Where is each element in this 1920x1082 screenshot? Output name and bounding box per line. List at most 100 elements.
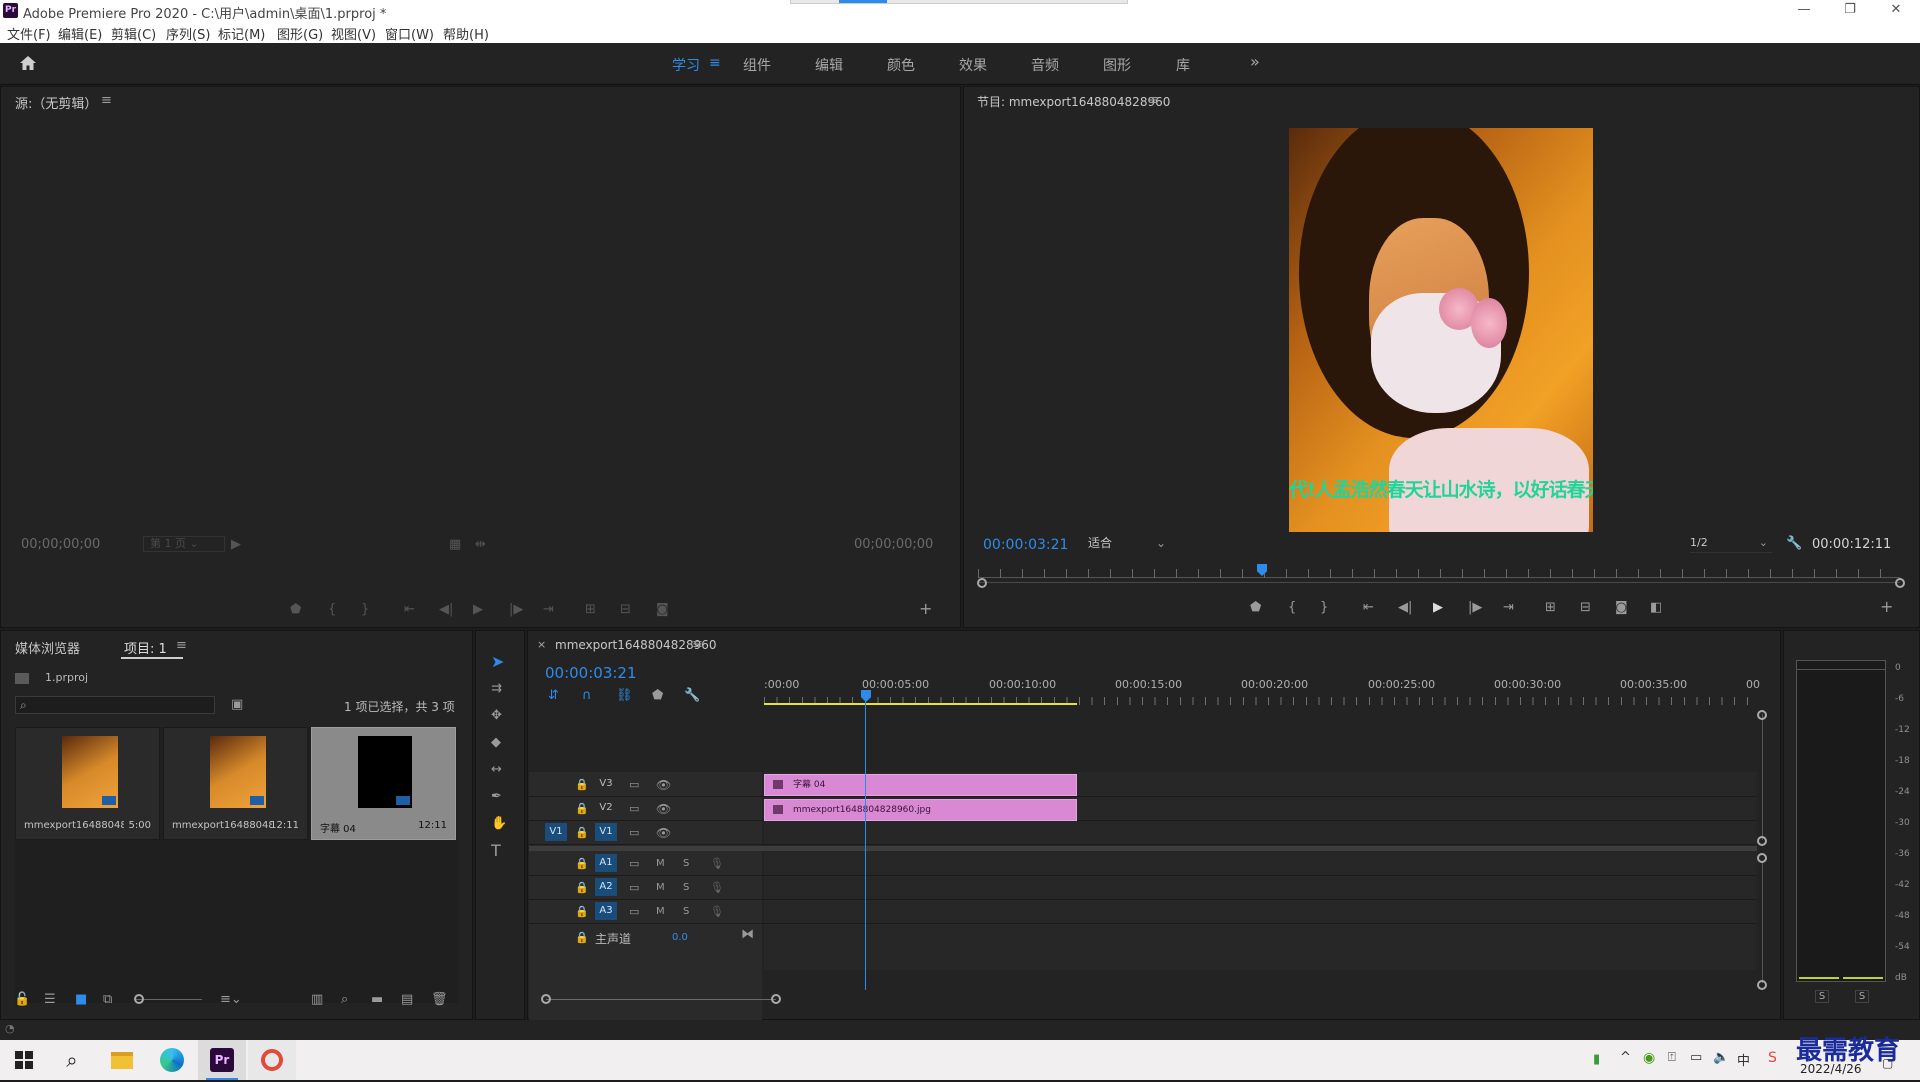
menu-help[interactable]: 帮助(H): [443, 24, 489, 43]
audio-scroll-handle-bottom[interactable]: [1757, 980, 1767, 990]
sort-icon[interactable]: ≡⌄: [220, 992, 242, 1008]
meter-solo-right-button[interactable]: S: [1855, 990, 1869, 1003]
menu-clip[interactable]: 剪辑(C): [111, 24, 156, 43]
video-vertical-scrollbar[interactable]: [1762, 714, 1763, 840]
workspace-audio[interactable]: 音频: [1031, 55, 1059, 75]
a1-sync-icon[interactable]: ▭: [629, 856, 639, 872]
tab-media-browser[interactable]: 媒体浏览器: [15, 638, 80, 657]
program-panel-menu-icon[interactable]: ≡: [1148, 93, 1159, 108]
source-insert-icon[interactable]: ⊞: [585, 602, 596, 618]
slip-tool-icon[interactable]: ↔: [491, 762, 502, 778]
workspace-assembly[interactable]: 组件: [743, 55, 771, 75]
clip-caption-v3[interactable]: 字幕 04: [764, 774, 1077, 796]
icon-view-icon[interactable]: ■: [75, 992, 87, 1008]
tray-chevron-up-icon[interactable]: ^: [1620, 1050, 1631, 1065]
menu-edit[interactable]: 编辑(E): [58, 24, 102, 43]
video-scroll-handle-top[interactable]: [1757, 710, 1767, 720]
video-audio-divider[interactable]: [529, 846, 1757, 851]
a3-solo-button[interactable]: S: [683, 904, 689, 920]
menu-window[interactable]: 窗口(W): [385, 24, 434, 43]
master-lock-icon[interactable]: 🔒: [575, 930, 589, 946]
timeline-timecode[interactable]: 00:00:03:21: [545, 664, 637, 682]
program-extract-icon[interactable]: ⊟: [1580, 600, 1591, 616]
timeline-menu-icon[interactable]: ≡: [692, 637, 703, 652]
track-label-a1[interactable]: A1: [595, 854, 617, 872]
menu-graphics[interactable]: 图形(G): [277, 24, 323, 43]
program-quality-select[interactable]: 1/2 ⌄: [1690, 535, 1772, 553]
edge-browser-icon[interactable]: [148, 1040, 196, 1080]
minimize-button[interactable]: —: [1784, 2, 1824, 17]
source-step-forward-icon[interactable]: |▶: [509, 602, 523, 618]
source-add-button-icon[interactable]: +: [919, 601, 932, 617]
program-current-timecode[interactable]: 00:00:03:21: [983, 537, 1068, 553]
program-step-forward-icon[interactable]: |▶: [1468, 600, 1482, 616]
a3-mic-icon[interactable]: 🎙: [710, 904, 724, 920]
track-select-tool-icon[interactable]: ⇉: [491, 681, 502, 697]
program-go-in-icon[interactable]: ⇤: [1363, 600, 1374, 616]
tray-battery-icon[interactable]: ▮: [1593, 1052, 1600, 1067]
add-marker-icon[interactable]: ⬟: [652, 688, 663, 704]
tray-volume-icon[interactable]: 🔈: [1713, 1050, 1729, 1065]
hand-tool-icon[interactable]: ✋: [491, 816, 507, 832]
windows-start-icon[interactable]: [0, 1040, 48, 1080]
program-compare-icon[interactable]: ◧: [1650, 600, 1662, 616]
clip-image-v2[interactable]: mmexport1648804828960.jpg: [764, 799, 1077, 821]
program-lift-icon[interactable]: ⊞: [1545, 600, 1556, 616]
program-add-button-icon[interactable]: +: [1880, 599, 1893, 615]
recorder-app-icon[interactable]: [248, 1040, 296, 1080]
program-go-out-icon[interactable]: ⇥: [1503, 600, 1514, 616]
work-area-bar[interactable]: [764, 703, 1077, 705]
menu-file[interactable]: 文件(F): [7, 24, 51, 43]
menu-view[interactable]: 视图(V): [331, 24, 376, 43]
premiere-taskbar-icon[interactable]: Pr: [198, 1040, 246, 1080]
thumb-size-slider[interactable]: [136, 999, 202, 1000]
timeline-zoom-bar[interactable]: [546, 999, 776, 1000]
v3-lock-icon[interactable]: 🔒: [575, 777, 589, 793]
workspace-menu-icon[interactable]: ≡: [709, 55, 721, 71]
workspace-graphics[interactable]: 图形: [1103, 55, 1131, 75]
tray-ime-icon[interactable]: 中: [1737, 1050, 1750, 1069]
project-panel-menu-icon[interactable]: ≡: [176, 638, 187, 653]
razor-tool-icon[interactable]: ◆: [491, 735, 501, 751]
workspace-color[interactable]: 颜色: [887, 55, 915, 75]
source-mark-in-icon[interactable]: {: [328, 602, 336, 618]
program-fit-select[interactable]: 适合 ⌄: [1088, 535, 1170, 553]
track-label-v3[interactable]: V3: [595, 775, 617, 793]
new-item-icon[interactable]: ▤: [401, 992, 413, 1008]
source-go-in-icon[interactable]: ⇤: [404, 602, 415, 618]
freeform-view-icon[interactable]: ⧉: [103, 992, 112, 1008]
a2-sync-icon[interactable]: ▭: [629, 880, 639, 896]
timeline-close-icon[interactable]: ×: [537, 638, 546, 651]
track-label-a3[interactable]: A3: [595, 902, 617, 920]
program-zoom-handle-left[interactable]: [977, 578, 987, 588]
source-export-frame-icon[interactable]: ◙: [656, 602, 669, 618]
tab-project[interactable]: 项目: 1: [124, 638, 167, 657]
tray-network-icon[interactable]: ▭: [1690, 1050, 1702, 1065]
a1-lock-icon[interactable]: 🔒: [575, 856, 589, 872]
a2-lock-icon[interactable]: 🔒: [575, 880, 589, 896]
ripple-edit-tool-icon[interactable]: ✥: [491, 708, 502, 724]
source-panel-menu-icon[interactable]: ≡: [101, 93, 112, 108]
source-overwrite-icon[interactable]: ⊟: [620, 602, 631, 618]
track-label-v1[interactable]: V1: [595, 823, 617, 841]
a3-mute-button[interactable]: M: [656, 904, 665, 920]
a2-mute-button[interactable]: M: [656, 880, 665, 896]
selection-tool-icon[interactable]: ➤: [491, 654, 504, 670]
program-zoom-handle-right[interactable]: [1895, 578, 1905, 588]
workspace-editing[interactable]: 编辑: [815, 55, 843, 75]
maximize-button[interactable]: ❐: [1830, 2, 1870, 17]
a1-mic-icon[interactable]: 🎙: [710, 856, 724, 872]
track-label-a2[interactable]: A2: [595, 878, 617, 896]
program-camera-icon[interactable]: ◙: [1615, 600, 1628, 616]
source-step-back-icon[interactable]: ◀|: [439, 602, 453, 618]
project-item-clip-1[interactable]: mmexport1648804828... 5:00: [15, 727, 160, 840]
source-play-icon[interactable]: ▶: [473, 602, 483, 618]
automate-sequence-icon[interactable]: ▥: [311, 992, 323, 1008]
v1-lock-icon[interactable]: 🔒: [575, 825, 589, 841]
program-mark-in-icon[interactable]: {: [1288, 600, 1296, 616]
nest-toggle-icon[interactable]: ⇵: [548, 688, 559, 704]
trash-icon[interactable]: 🗑: [431, 992, 448, 1008]
taskbar-search-icon[interactable]: ⌕: [48, 1040, 96, 1080]
project-item-clip-2[interactable]: mmexport1648804828... 12:11: [163, 727, 308, 840]
program-mark-out-icon[interactable]: }: [1320, 600, 1328, 616]
